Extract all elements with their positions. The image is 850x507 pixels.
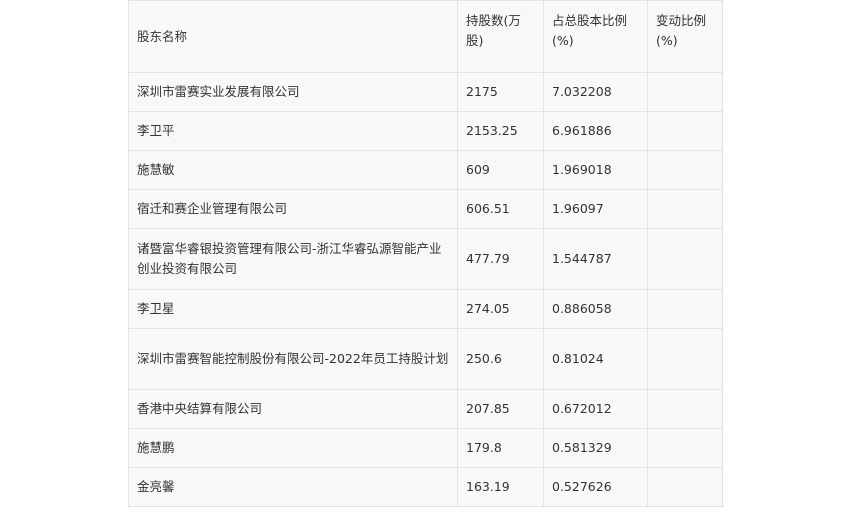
ratio-value: 0.527626 <box>543 467 648 507</box>
shares-value: 2153.25 <box>457 111 544 151</box>
shareholder-name: 施慧敏 <box>128 150 458 190</box>
table-row: 金亮馨 163.19 0.527626 <box>128 467 723 507</box>
shares-value: 274.05 <box>457 289 544 329</box>
ratio-value: 1.96097 <box>543 189 648 229</box>
table-row: 深圳市雷赛智能控制股份有限公司-2022年员工持股计划 250.6 0.8102… <box>128 328 723 390</box>
ratio-value: 1.544787 <box>543 228 648 290</box>
change-value <box>647 111 723 151</box>
shareholder-name: 金亮馨 <box>128 467 458 507</box>
table-row: 诸暨富华睿银投资管理有限公司-浙江华睿弘源智能产业创业投资有限公司 477.79… <box>128 228 723 290</box>
shareholder-name: 宿迁和赛企业管理有限公司 <box>128 189 458 229</box>
header-ratio: 占总股本比例(%) <box>543 0 648 73</box>
shares-value: 609 <box>457 150 544 190</box>
header-shares: 持股数(万股) <box>457 0 544 73</box>
shares-value: 2175 <box>457 72 544 112</box>
table-row: 施慧鹏 179.8 0.581329 <box>128 428 723 468</box>
shareholder-name: 香港中央结算有限公司 <box>128 389 458 429</box>
ratio-value: 0.581329 <box>543 428 648 468</box>
ratio-value: 0.672012 <box>543 389 648 429</box>
shareholder-name: 深圳市雷赛智能控制股份有限公司-2022年员工持股计划 <box>128 328 458 390</box>
shares-value: 477.79 <box>457 228 544 290</box>
ratio-value: 6.961886 <box>543 111 648 151</box>
table-header-row: 股东名称 持股数(万股) 占总股本比例(%) 变动比例(%) <box>128 0 723 73</box>
table-row: 李卫平 2153.25 6.961886 <box>128 111 723 151</box>
shareholder-name: 诸暨富华睿银投资管理有限公司-浙江华睿弘源智能产业创业投资有限公司 <box>128 228 458 290</box>
table-row: 施慧敏 609 1.969018 <box>128 150 723 190</box>
shareholder-name: 李卫星 <box>128 289 458 329</box>
change-value <box>647 228 723 290</box>
shares-value: 606.51 <box>457 189 544 229</box>
shares-value: 163.19 <box>457 467 544 507</box>
table-row: 李卫星 274.05 0.886058 <box>128 289 723 329</box>
table-row: 香港中央结算有限公司 207.85 0.672012 <box>128 389 723 429</box>
shareholder-table: 股东名称 持股数(万股) 占总股本比例(%) 变动比例(%) 深圳市雷赛实业发展… <box>128 0 723 507</box>
change-value <box>647 289 723 329</box>
shares-value: 250.6 <box>457 328 544 390</box>
change-value <box>647 72 723 112</box>
shareholder-name: 深圳市雷赛实业发展有限公司 <box>128 72 458 112</box>
ratio-value: 7.032208 <box>543 72 648 112</box>
change-value <box>647 189 723 229</box>
table-row: 深圳市雷赛实业发展有限公司 2175 7.032208 <box>128 72 723 112</box>
ratio-value: 1.969018 <box>543 150 648 190</box>
change-value <box>647 150 723 190</box>
change-value <box>647 389 723 429</box>
shareholder-name: 施慧鹏 <box>128 428 458 468</box>
shares-value: 179.8 <box>457 428 544 468</box>
change-value <box>647 428 723 468</box>
change-value <box>647 467 723 507</box>
ratio-value: 0.886058 <box>543 289 648 329</box>
ratio-value: 0.81024 <box>543 328 648 390</box>
header-shareholder-name: 股东名称 <box>128 0 458 73</box>
shareholder-name: 李卫平 <box>128 111 458 151</box>
shares-value: 207.85 <box>457 389 544 429</box>
header-change: 变动比例(%) <box>647 0 723 73</box>
table-row: 宿迁和赛企业管理有限公司 606.51 1.96097 <box>128 189 723 229</box>
change-value <box>647 328 723 390</box>
